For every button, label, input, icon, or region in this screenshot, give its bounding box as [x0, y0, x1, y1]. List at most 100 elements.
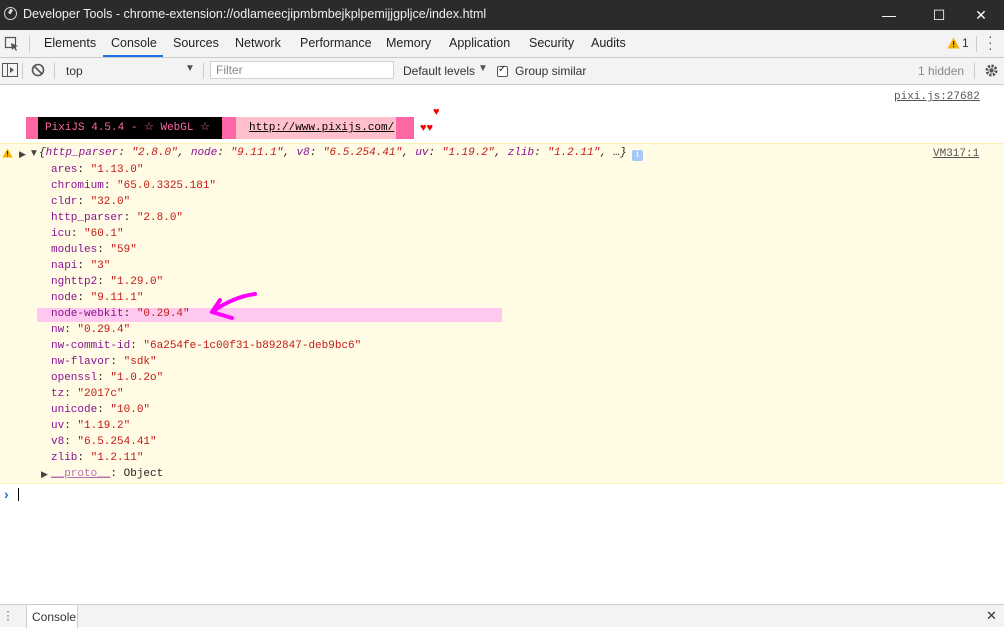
tab-memory[interactable]: Memory	[386, 36, 431, 50]
clear-console-icon[interactable]	[31, 63, 45, 77]
divider	[974, 63, 975, 79]
devtools-tab-bar: Elements Console Sources Network Perform…	[0, 29, 1004, 58]
property-key: ares	[51, 164, 78, 176]
property-value: "1.19.2"	[77, 420, 131, 432]
summary-key: node	[190, 147, 218, 159]
property-row: icu: "60.1"	[51, 228, 124, 240]
property-key: nw-commit-id	[51, 340, 131, 352]
property-key: tz	[51, 388, 65, 400]
property-key: nghttp2	[51, 276, 98, 288]
pixi-banner: PixiJS 4.5.4 - ☆ WebGL ☆	[38, 117, 222, 139]
property-row: nw-flavor: "sdk"	[51, 356, 157, 368]
property-key: node	[51, 292, 78, 304]
tab-performance[interactable]: Performance	[300, 36, 372, 50]
divider	[54, 63, 55, 79]
gear-icon[interactable]	[984, 63, 999, 78]
summary-value: "6.5.254.41"	[322, 147, 403, 159]
divider	[22, 63, 23, 79]
property-key: node-webkit	[51, 308, 124, 320]
summary-key: http_parser	[45, 147, 119, 159]
property-value: "1.29.0"	[110, 276, 164, 288]
tab-security[interactable]: Security	[529, 36, 574, 50]
collapse-arrow-icon[interactable]: ▼	[29, 148, 39, 159]
ellipsis: …}	[613, 147, 627, 159]
tab-sources[interactable]: Sources	[173, 36, 219, 50]
warnings-count[interactable]: 1	[962, 36, 969, 50]
property-value: "65.0.3325.181"	[117, 180, 217, 192]
property-row: ares: "1.13.0"	[51, 164, 144, 176]
property-row: v8: "6.5.254.41"	[51, 436, 157, 448]
chevron-down-icon[interactable]: ▼	[478, 63, 488, 74]
log-levels-dropdown[interactable]: Default levels	[403, 64, 475, 78]
summary-value: "2.8.0"	[131, 147, 178, 159]
property-value: "10.0"	[110, 404, 151, 416]
minimize-button[interactable]: —	[866, 0, 912, 30]
tab-console[interactable]: Console	[111, 36, 157, 50]
summary-value: "1.19.2"	[441, 147, 495, 159]
info-icon[interactable]: i	[632, 150, 643, 161]
pixi-banner-pink-block	[26, 117, 38, 139]
expand-arrow-icon[interactable]: ▶	[19, 149, 26, 160]
devtools-logo-icon	[4, 7, 17, 20]
property-key: openssl	[51, 372, 98, 384]
pixi-banner-pink-block	[396, 117, 414, 139]
tab-network[interactable]: Network	[235, 36, 281, 50]
heart-icon: ♥	[433, 106, 440, 118]
property-value: "2017c"	[77, 388, 124, 400]
inspect-element-icon[interactable]	[4, 36, 20, 52]
pixi-banner-pink-block	[222, 117, 236, 139]
pixi-source-link[interactable]: pixi.js:27682	[894, 91, 980, 103]
divider	[29, 36, 30, 52]
console-input[interactable]	[18, 488, 19, 501]
property-value: "1.13.0"	[90, 164, 144, 176]
summary-key: v8	[296, 147, 310, 159]
tab-elements[interactable]: Elements	[44, 36, 96, 50]
property-row-highlighted: node-webkit: "0.29.4"	[51, 308, 190, 320]
hearts-icon: ♥♥	[420, 122, 434, 134]
maximize-button[interactable]: ☐	[916, 0, 962, 30]
property-key: v8	[51, 436, 65, 448]
property-value: "6a254fe-1c00f31-b892847-deb9bc6"	[143, 340, 362, 352]
close-drawer-button[interactable]: ✕	[986, 608, 997, 624]
group-similar-checkbox[interactable]	[497, 64, 508, 77]
property-value: "59"	[110, 244, 137, 256]
divider	[976, 36, 977, 52]
property-key: cldr	[51, 196, 78, 208]
property-value: "9.11.1"	[90, 292, 144, 304]
active-tab-indicator	[103, 55, 163, 57]
property-key: modules	[51, 244, 98, 256]
warning-icon[interactable]	[947, 37, 960, 49]
chevron-down-icon[interactable]: ▼	[185, 63, 195, 74]
pixi-url-link[interactable]: http://www.pixijs.com/	[249, 122, 394, 134]
drawer-menu-icon[interactable]: · · ·	[6, 605, 10, 625]
more-menu-icon[interactable]: · · ·	[988, 29, 993, 55]
property-value: "1.2.11"	[90, 452, 144, 464]
object-summary[interactable]: {http_parser: "2.8.0", node: "9.11.1", v…	[39, 147, 627, 159]
proto-row[interactable]: __proto__: Object	[51, 468, 163, 480]
property-key: icu	[51, 228, 71, 240]
property-value: "2.8.0"	[136, 212, 184, 224]
brace: {	[39, 147, 46, 159]
property-value: "0.29.4"	[77, 324, 131, 336]
property-value: "6.5.254.41"	[77, 436, 157, 448]
tab-application[interactable]: Application	[449, 36, 510, 50]
property-key: napi	[51, 260, 78, 272]
group-similar-label: Group similar	[515, 64, 587, 78]
vm-source-link[interactable]: VM317:1	[933, 148, 979, 160]
filter-input[interactable]: Filter	[210, 61, 394, 79]
property-row: tz: "2017c"	[51, 388, 124, 400]
tab-audits[interactable]: Audits	[591, 36, 626, 50]
property-key: http_parser	[51, 212, 124, 224]
close-window-button[interactable]: ✕	[958, 0, 1004, 30]
expand-arrow-icon[interactable]: ▶	[41, 469, 48, 480]
context-selector[interactable]: top	[66, 64, 83, 78]
property-value: "60.1"	[84, 228, 124, 240]
property-key: unicode	[51, 404, 98, 416]
property-value: "0.29.4"	[136, 308, 190, 320]
property-row: openssl: "1.0.2o"	[51, 372, 164, 384]
property-row: zlib: "1.2.11"	[51, 452, 144, 464]
window-title: Developer Tools - chrome-extension://odl…	[23, 7, 487, 21]
drawer-tab-label: Console	[32, 610, 77, 624]
sidebar-toggle-icon[interactable]	[2, 63, 18, 77]
property-value: "1.0.2o"	[110, 372, 164, 384]
